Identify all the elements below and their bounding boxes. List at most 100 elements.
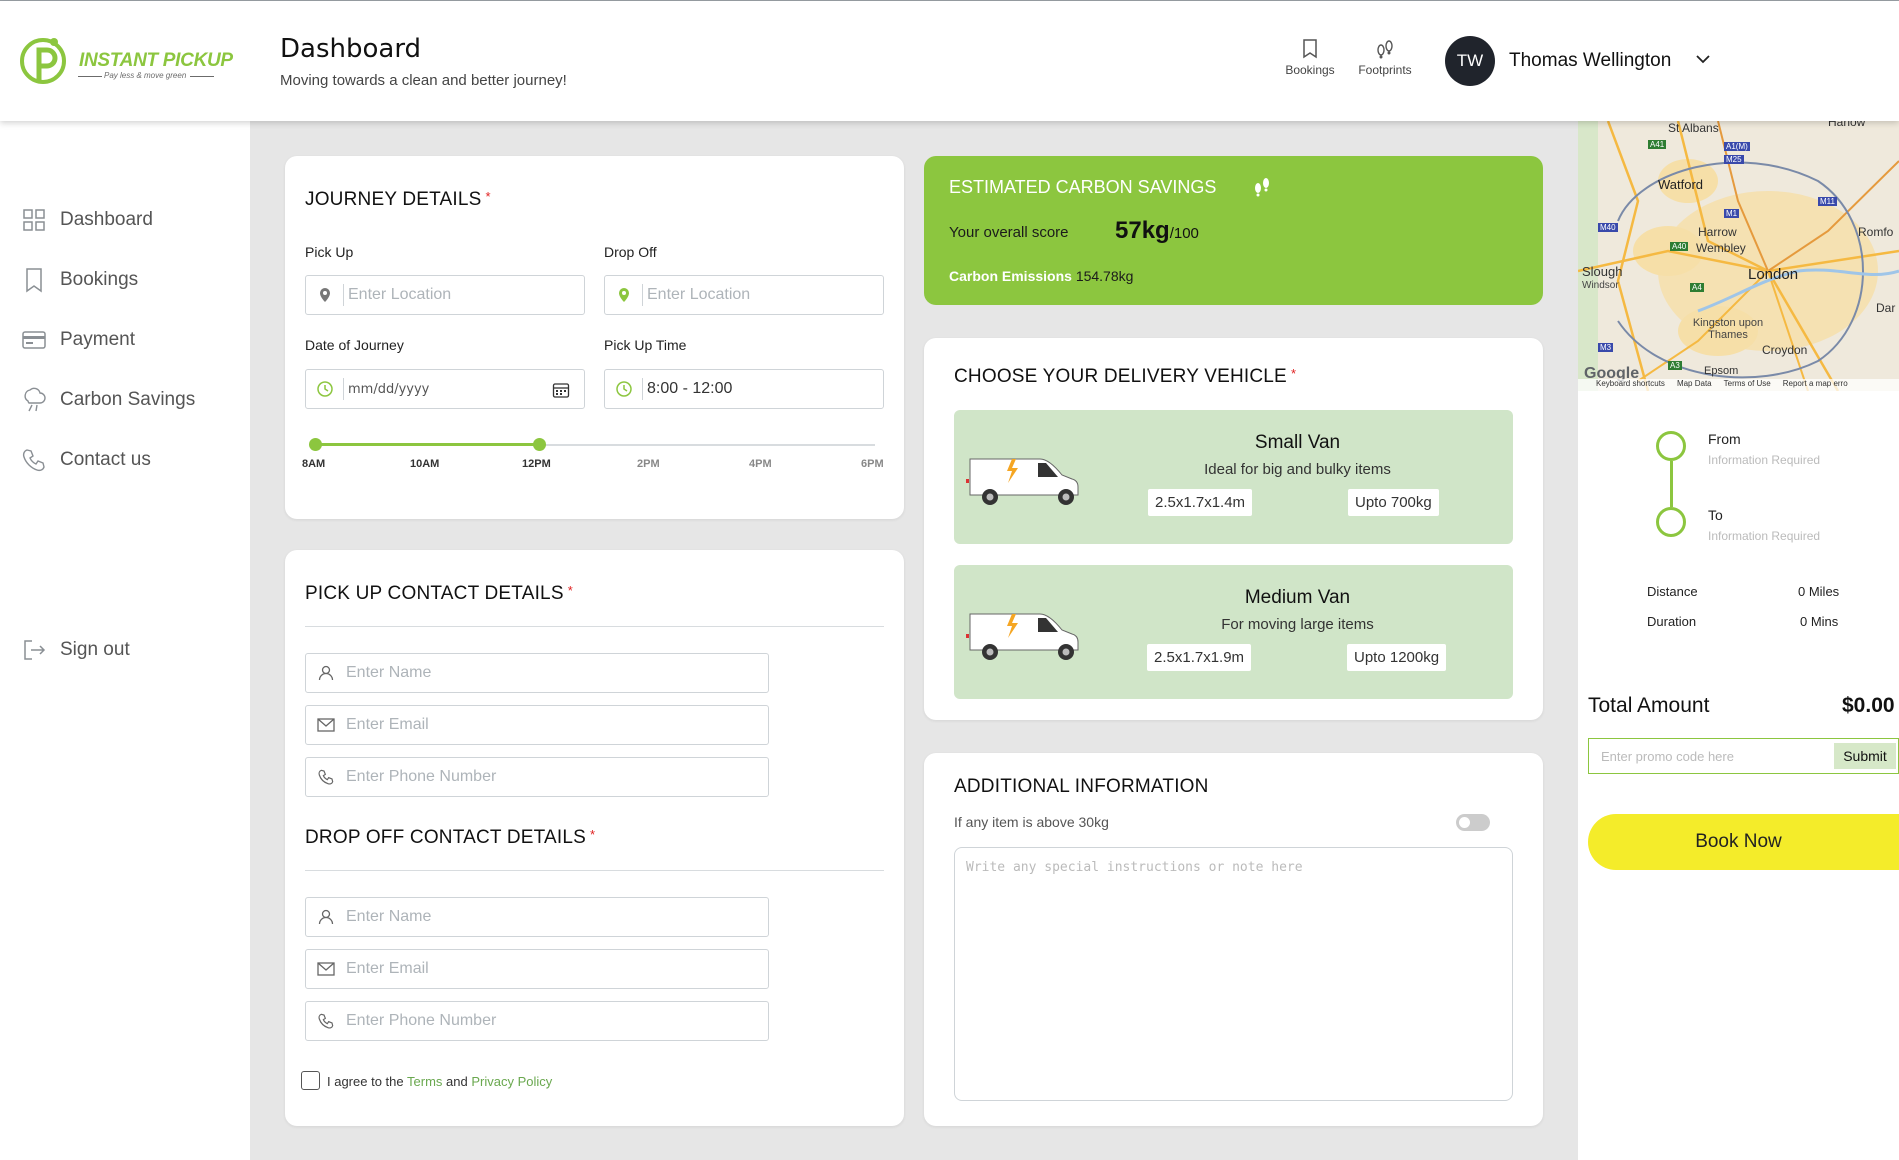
total-label: Total Amount: [1588, 694, 1710, 717]
agree-and: and: [446, 1074, 468, 1089]
map-footer-link[interactable]: Keyboard shortcuts: [1596, 379, 1665, 391]
tagline-rule: [78, 76, 102, 77]
map-label: Slough: [1582, 264, 1623, 279]
agree-text: I agree to the Terms and Privacy Policy: [327, 1074, 552, 1089]
road-label: M3: [1598, 343, 1614, 352]
van-name: Small Van: [1254, 432, 1341, 453]
from-label: From: [1708, 431, 1741, 447]
sidebar-item-dashboard[interactable]: Dashboard: [22, 204, 153, 236]
weight-toggle[interactable]: [1456, 814, 1490, 831]
dropoff-location-input[interactable]: Enter Location: [604, 275, 884, 315]
location-pin-icon: [605, 284, 643, 306]
timeline-label: 8AM: [302, 458, 326, 470]
bookmark-icon: [26, 268, 42, 293]
booking-summary-panel: From Information Required To Information…: [1578, 391, 1899, 1160]
header-nav-footprints[interactable]: Footprints: [1350, 39, 1420, 77]
agree-checkbox[interactable]: [301, 1071, 320, 1090]
van-icon: [966, 613, 1079, 660]
map-label: Harlow: [1828, 121, 1866, 129]
signout-button[interactable]: Sign out: [22, 634, 130, 666]
time-slider-range: [315, 443, 539, 446]
dropoff-contact-title: DROP OFF CONTACT DETAILS: [305, 827, 587, 848]
email-placeholder: Enter Email: [346, 716, 429, 733]
van-name: Medium Van: [1244, 587, 1351, 608]
clock-icon: [605, 378, 643, 400]
map-label: Watford: [1658, 177, 1704, 192]
score-max: /100: [1169, 225, 1199, 242]
score-value: 57kg: [1115, 217, 1170, 244]
logo-icon: [20, 38, 66, 84]
total-value: $0.00: [1842, 694, 1895, 717]
promo-code-input[interactable]: Enter promo code here Submit: [1588, 738, 1899, 774]
location-pin-icon: [306, 284, 344, 306]
duration-label: Duration: [1647, 614, 1697, 629]
distance-label: Distance: [1647, 584, 1698, 599]
van-desc: For moving large items: [1221, 616, 1374, 633]
sidebar-item-contact[interactable]: Contact us: [22, 444, 151, 476]
distance-value: 0 Miles: [1798, 584, 1840, 599]
dropoff-phone-input[interactable]: Enter Phone Number: [305, 1001, 769, 1041]
divider: [305, 626, 884, 627]
route-line: [1670, 461, 1673, 507]
book-now-button[interactable]: Book Now: [1588, 814, 1899, 870]
timeline-label: 4PM: [749, 458, 772, 470]
pickup-time-input[interactable]: 8:00 - 12:00: [604, 369, 884, 409]
map-label: Romfo: [1858, 225, 1894, 239]
map-footer-link[interactable]: Map Data: [1677, 379, 1712, 391]
map-footer-link[interactable]: Report a map erro: [1783, 379, 1848, 391]
name-placeholder: Enter Name: [346, 664, 432, 681]
vehicle-option-medium-van[interactable]: Medium Van For moving large items 2.5x1.…: [954, 565, 1513, 699]
time-label: Pick Up Time: [604, 337, 687, 353]
pickup-label: Pick Up: [305, 244, 354, 260]
carbon-savings-card: ESTIMATED CARBON SAVINGS Your overall sc…: [924, 156, 1543, 305]
phone-placeholder: Enter Phone Number: [346, 1012, 497, 1029]
avatar[interactable]: TW: [1445, 36, 1495, 86]
section-title: CHOOSE YOUR DELIVERY VEHICLE *: [954, 366, 1296, 388]
pickup-email-input[interactable]: Enter Email: [305, 705, 769, 745]
additional-title: ADDITIONAL INFORMATION: [954, 776, 1209, 797]
page-subtitle: Moving towards a clean and better journe…: [280, 72, 567, 89]
map-label: Windsor: [1582, 280, 1619, 291]
time-slider-end-handle[interactable]: [533, 438, 546, 451]
mail-icon: [306, 718, 346, 732]
map-label: Harrow: [1698, 225, 1737, 239]
road-label: A3: [1668, 361, 1682, 370]
name-placeholder: Enter Name: [346, 908, 432, 925]
van-capacity-tag: Upto 700kg: [1348, 489, 1439, 516]
score: 57kg/100: [1115, 217, 1199, 245]
user-name[interactable]: Thomas Wellington: [1509, 50, 1671, 72]
terms-link[interactable]: Terms: [407, 1074, 442, 1089]
promo-submit-button[interactable]: Submit: [1834, 743, 1896, 769]
privacy-link[interactable]: Privacy Policy: [471, 1074, 552, 1089]
sidebar-item-payment[interactable]: Payment: [22, 324, 135, 356]
vehicle-option-small-van[interactable]: Small Van Ideal for big and bulky items …: [954, 410, 1513, 544]
brand-logo[interactable]: INSTANT PICKUP Pay less & move green: [18, 31, 233, 91]
signout-icon: [24, 640, 46, 660]
pickup-phone-input[interactable]: Enter Phone Number: [305, 757, 769, 797]
header-nav-bookings[interactable]: Bookings: [1275, 39, 1345, 77]
vehicle-card: CHOOSE YOUR DELIVERY VEHICLE * Small Van …: [924, 338, 1543, 720]
route-map[interactable]: St Albans Watford Harrow Wembley London …: [1578, 121, 1899, 391]
dropoff-name-input[interactable]: Enter Name: [305, 897, 769, 937]
map-label: Dar: [1876, 301, 1896, 315]
emissions-value: 154.78kg: [1075, 268, 1134, 284]
phone-icon: [22, 449, 45, 472]
map-label: London: [1748, 266, 1799, 283]
time-slider-start-handle[interactable]: [309, 438, 322, 451]
sidebar-item-bookings[interactable]: Bookings: [22, 264, 138, 296]
tagline-rule: [190, 76, 214, 77]
calendar-icon[interactable]: [552, 381, 570, 399]
notes-placeholder: Write any special instructions or note h…: [966, 860, 1303, 875]
notes-textarea[interactable]: Write any special instructions or note h…: [954, 847, 1513, 1101]
footprints-icon: [1377, 40, 1393, 59]
grid-icon: [23, 209, 45, 231]
page-title: Dashboard: [280, 34, 422, 64]
sidebar-item-carbon-savings[interactable]: Carbon Savings: [22, 384, 195, 416]
duration-value: 0 Mins: [1800, 614, 1839, 629]
dropoff-email-input[interactable]: Enter Email: [305, 949, 769, 989]
chevron-down-icon[interactable]: [1695, 53, 1711, 65]
map-footer-link[interactable]: Terms of Use: [1724, 379, 1771, 391]
pickup-location-input[interactable]: Enter Location: [305, 275, 585, 315]
date-input[interactable]: mm/dd/yyyy: [305, 369, 585, 409]
pickup-name-input[interactable]: Enter Name: [305, 653, 769, 693]
